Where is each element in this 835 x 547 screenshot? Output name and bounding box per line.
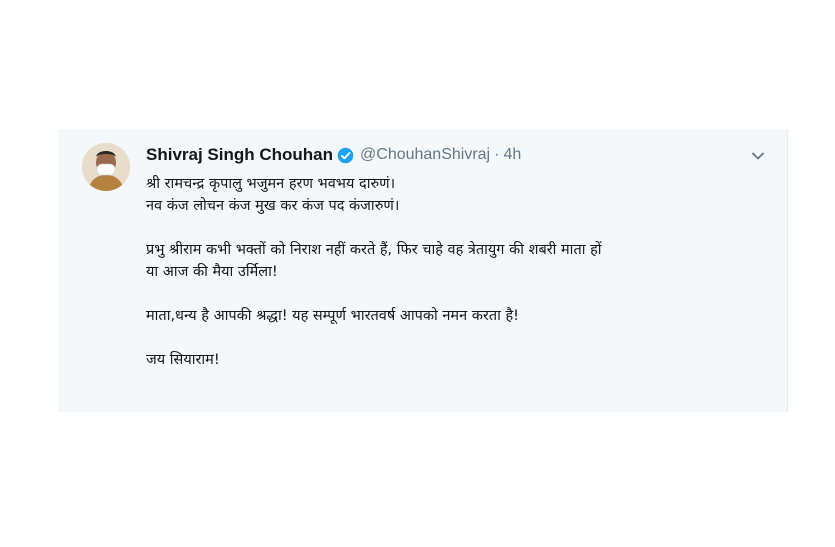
tweet-line: या आज की मैया उर्मिला! [146, 264, 278, 280]
tweet-line: माता,धन्य है आपकी श्रद्धा! यह सम्पूर्ण भ… [146, 308, 519, 324]
tweet-card[interactable]: Shivraj Singh Chouhan @ChouhanShivraj · … [58, 129, 788, 412]
tweet-line: नव कंज लोचन कंज मुख कर कंज पद कंजारुणं। [146, 198, 400, 214]
verified-badge-icon [337, 147, 354, 164]
tweet-timestamp[interactable]: 4h [503, 146, 521, 164]
author-handle[interactable]: @ChouhanShivraj [360, 146, 490, 164]
tweet-line: प्रभु श्रीराम कभी भक्तों को निराश नहीं क… [146, 242, 602, 258]
avatar[interactable] [82, 143, 130, 191]
separator-dot: · [494, 146, 500, 163]
avatar-photo [82, 143, 130, 191]
tweet-line: जय सियाराम! [146, 352, 220, 368]
tweet-line: श्री रामचन्द्र कृपालु भजुमन हरण भवभय दार… [146, 176, 396, 192]
tweet-header: Shivraj Singh Chouhan @ChouhanShivraj · … [146, 143, 521, 167]
tweet-text: श्री रामचन्द्र कृपालु भजुमन हरण भवभय दार… [146, 173, 766, 371]
chevron-down-icon[interactable] [749, 147, 767, 165]
author-name[interactable]: Shivraj Singh Chouhan [146, 145, 333, 165]
